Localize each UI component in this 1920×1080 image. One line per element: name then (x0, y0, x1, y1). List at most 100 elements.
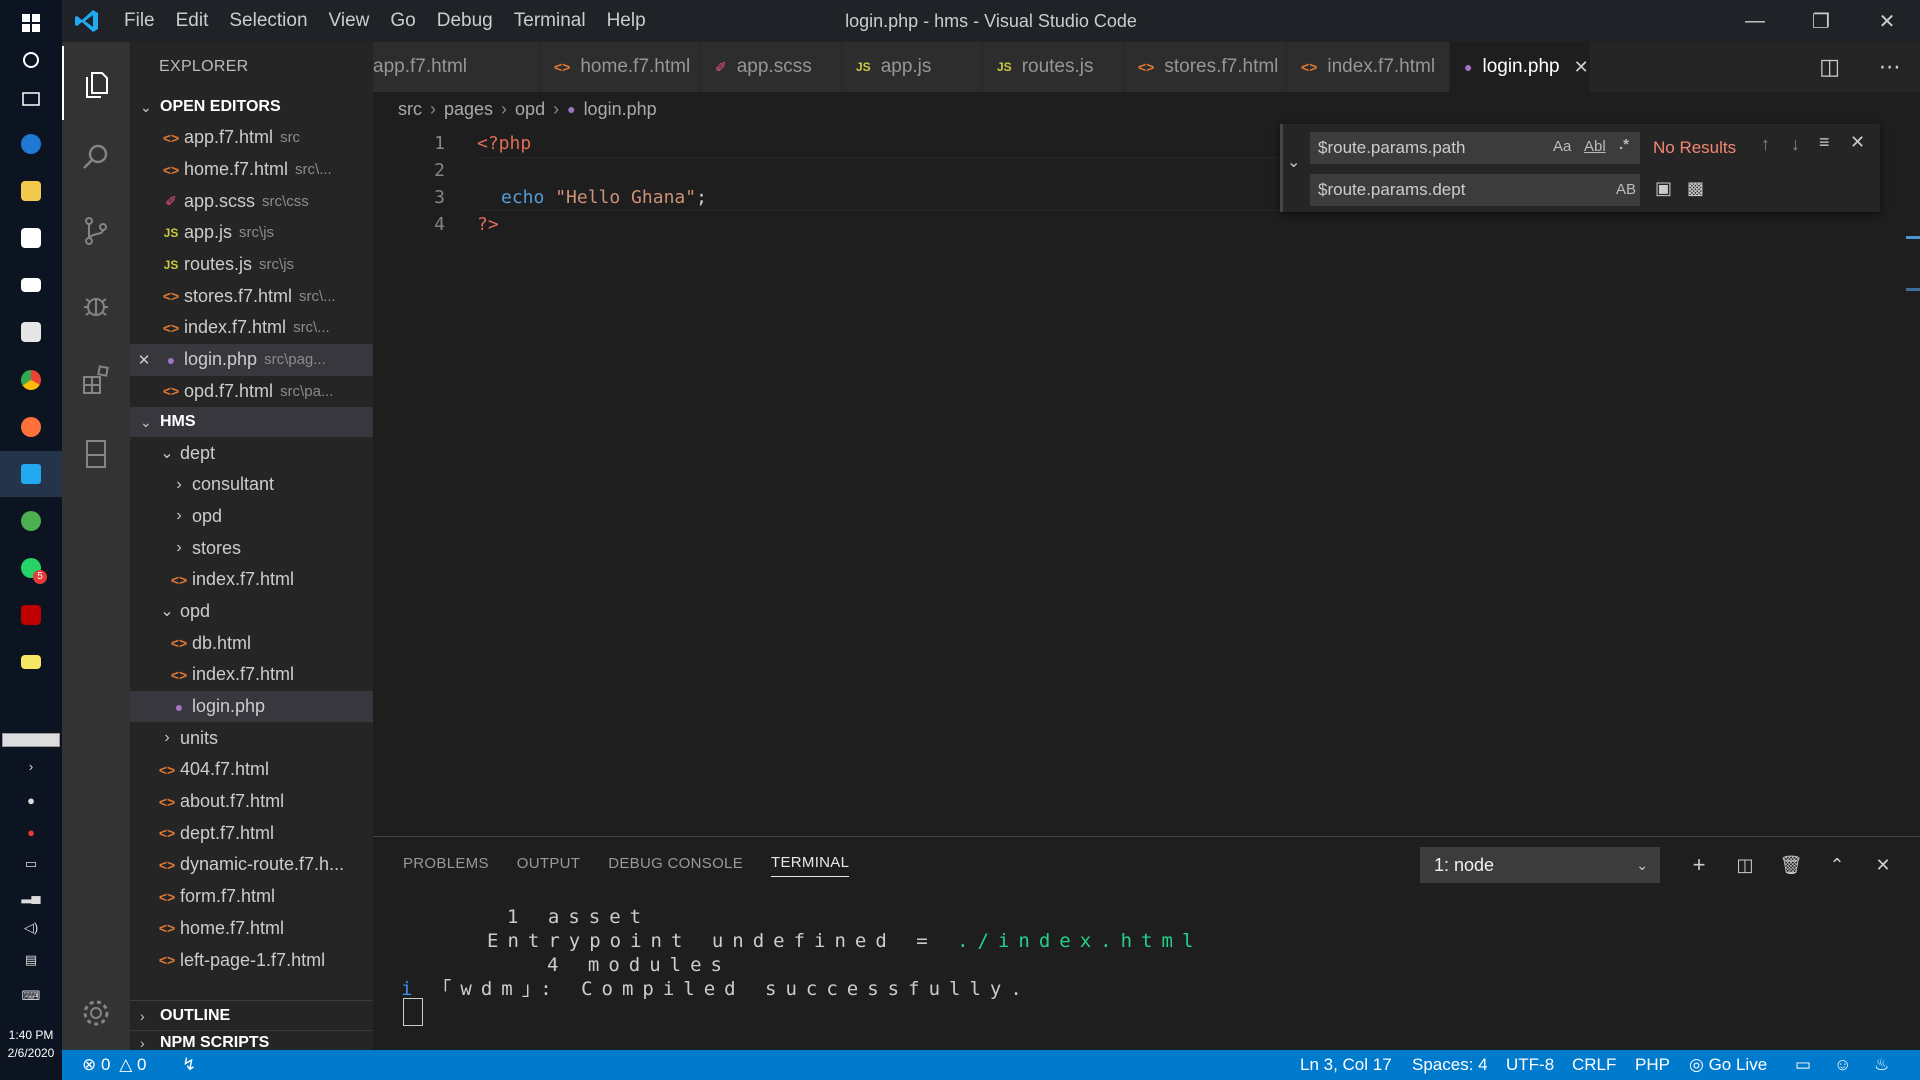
menu-file[interactable]: File (124, 10, 155, 32)
terminal-select[interactable]: 1: node ⌄ (1420, 847, 1660, 883)
notes-icon[interactable] (0, 639, 62, 685)
tab-debug-console[interactable]: DEBUG CONSOLE (608, 837, 743, 891)
new-terminal-icon[interactable]: + (1679, 847, 1719, 883)
battery-icon[interactable]: ▭ (0, 850, 62, 878)
tab-output[interactable]: OUTPUT (517, 837, 580, 891)
previous-match-icon[interactable]: ↑ (1761, 134, 1770, 155)
taskbar-scrollbar[interactable] (2, 733, 60, 747)
problems-status[interactable]: ⊗ 0 △ 0 (82, 1050, 146, 1080)
indentation[interactable]: Spaces: 4 (1412, 1050, 1488, 1080)
tree-folder[interactable]: › opd (130, 501, 373, 533)
tree-file[interactable]: <> dynamic-route.f7.h... (130, 849, 373, 881)
file-explorer-icon[interactable] (0, 168, 62, 214)
open-editor-item[interactable]: ✕ ● login.php src\pag... (130, 343, 373, 376)
terminal-icon[interactable]: ▭ (1795, 1050, 1811, 1080)
search-icon[interactable] (62, 120, 130, 194)
npm-scripts-header[interactable]: › NPM SCRIPTS (130, 1030, 373, 1050)
tree-file[interactable]: <> index.f7.html (130, 564, 373, 596)
tree-file[interactable]: <> index.f7.html (130, 659, 373, 691)
replace-input[interactable]: $route.params.dept (1310, 174, 1640, 206)
chrome-icon[interactable] (0, 357, 62, 403)
tree-file[interactable]: <> dept.f7.html (130, 817, 373, 849)
language-mode[interactable]: PHP (1635, 1050, 1670, 1080)
close-panel-icon[interactable]: ✕ (1863, 847, 1903, 883)
tab-app-js[interactable]: JS app.js (842, 42, 982, 92)
tree-folder[interactable]: ⌄ opd (130, 596, 373, 628)
tree-folder[interactable]: › consultant (130, 469, 373, 501)
find-in-selection-icon[interactable]: ≡ (1819, 132, 1830, 153)
action-center-icon[interactable]: ▤ (0, 946, 62, 974)
menu-edit[interactable]: Edit (176, 10, 209, 32)
feedback-smiley-icon[interactable]: ☺ (1834, 1050, 1851, 1080)
open-editor-item[interactable]: <> home.f7.html src\... (130, 154, 373, 186)
close-icon[interactable]: ✕ (130, 351, 158, 369)
menu-selection[interactable]: Selection (229, 10, 307, 32)
project-header[interactable]: ⌄ HMS (130, 407, 373, 438)
go-live-button[interactable]: ◎ Go Live (1689, 1050, 1767, 1080)
chevron-right-icon[interactable]: › (0, 752, 62, 780)
tree-file[interactable]: <> form.f7.html (130, 881, 373, 913)
tab-index-f7-html[interactable]: <> index.f7.html (1287, 42, 1449, 92)
breadcrumb-item[interactable]: login.php (584, 99, 657, 120)
kill-terminal-icon[interactable]: 🗑 (1771, 847, 1811, 883)
open-editor-item[interactable]: <> opd.f7.html src\pa... (130, 376, 373, 408)
volume-icon[interactable]: ◁) (0, 914, 62, 942)
breadcrumb-item[interactable]: pages (444, 99, 493, 120)
tree-folder[interactable]: › stores (130, 532, 373, 564)
filezilla-icon[interactable] (0, 592, 62, 638)
next-match-icon[interactable]: ↓ (1791, 134, 1800, 155)
notification-bell-icon[interactable]: ♨ (1874, 1050, 1889, 1080)
taskbar-clock[interactable]: 1:40 PM 2/6/2020 (0, 1026, 62, 1062)
tab-home-f7-html[interactable]: <> home.f7.html (540, 42, 700, 92)
match-whole-word-icon[interactable]: Abl (1584, 138, 1606, 155)
menu-terminal[interactable]: Terminal (514, 10, 586, 32)
menu-debug[interactable]: Debug (437, 10, 493, 32)
tab-problems[interactable]: PROBLEMS (403, 837, 489, 891)
tab-stores-f7-html[interactable]: <> stores.f7.html (1124, 42, 1286, 92)
whatsapp-icon[interactable]: 5 (0, 545, 62, 591)
replace-all-icon[interactable]: ▩ (1687, 178, 1704, 199)
tab-login-php[interactable]: ● login.php ✕ (1450, 42, 1590, 92)
network-icon[interactable]: ▂▄ (0, 882, 62, 910)
tree-file[interactable]: ● login.php (130, 690, 373, 723)
debug-icon[interactable] (62, 268, 130, 342)
menu-help[interactable]: Help (607, 10, 646, 32)
tree-file[interactable]: <> db.html (130, 627, 373, 659)
regex-icon[interactable]: .* (1619, 136, 1629, 153)
open-editor-item[interactable]: <> index.f7.html src\... (130, 312, 373, 344)
source-control-icon[interactable] (62, 194, 130, 268)
open-editor-item[interactable]: JS routes.js src\js (130, 249, 373, 281)
tree-folder[interactable]: › units (130, 722, 373, 754)
open-editor-item[interactable]: ✐ app.scss src\css (130, 185, 373, 217)
tab-terminal[interactable]: TERMINAL (771, 851, 850, 877)
cursor-position[interactable]: Ln 3, Col 17 (1300, 1050, 1392, 1080)
tray-app-icon[interactable]: ● (0, 818, 62, 846)
toggle-replace-icon[interactable]: ⌄ (1287, 152, 1300, 172)
open-editor-item[interactable]: JS app.js src\js (130, 217, 373, 249)
preserve-case-icon[interactable]: AB (1616, 181, 1636, 198)
close-tab-icon[interactable]: ✕ (1574, 57, 1589, 78)
outline-header[interactable]: › OUTLINE (130, 1000, 373, 1030)
lightning-icon[interactable]: ↯ (182, 1050, 196, 1080)
match-case-icon[interactable]: Aa (1553, 138, 1571, 155)
split-editor-icon[interactable]: ◫ (1819, 54, 1840, 80)
menu-go[interactable]: Go (390, 10, 415, 32)
remote-explorer-icon[interactable] (62, 416, 130, 490)
open-editor-item[interactable]: <> app.f7.html src (130, 122, 373, 154)
close-find-icon[interactable]: ✕ (1850, 132, 1865, 153)
tree-file[interactable]: <> home.f7.html (130, 913, 373, 945)
restore-button[interactable]: ❐ (1788, 0, 1854, 42)
open-editors-header[interactable]: ⌄ OPEN EDITORS (130, 92, 373, 122)
calculator-icon[interactable] (0, 309, 62, 355)
tree-file[interactable]: <> left-page-1.f7.html (130, 944, 373, 976)
menu-view[interactable]: View (329, 10, 370, 32)
browser-app-icon[interactable] (0, 498, 62, 544)
keyboard-icon[interactable]: ⌨ (0, 982, 62, 1010)
vscode-taskbar-icon[interactable] (0, 451, 62, 497)
minimize-button[interactable]: — (1722, 0, 1788, 42)
code-editor[interactable]: 1 2 3 4 <?php echo "Hello Ghana"; ?> (373, 126, 1920, 836)
edge-icon[interactable] (0, 121, 62, 167)
task-view-icon[interactable] (0, 76, 62, 122)
encoding[interactable]: UTF-8 (1506, 1050, 1554, 1080)
maximize-panel-icon[interactable]: ⌃ (1817, 847, 1857, 883)
